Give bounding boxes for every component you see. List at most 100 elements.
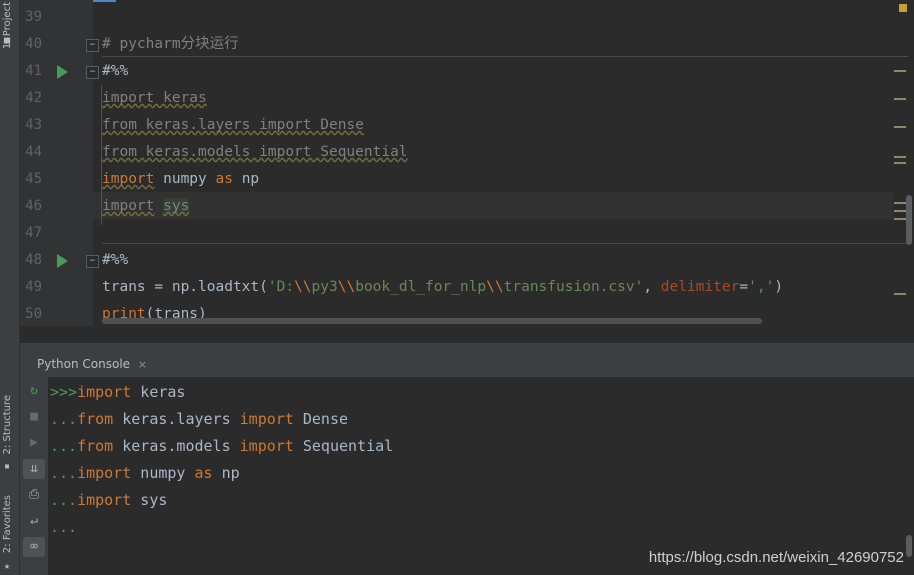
console-scrollbar[interactable] [906,535,912,557]
console-input-line[interactable]: ... [50,514,77,541]
run-cell-icon[interactable] [57,65,68,79]
favorites-tab[interactable]: 2: Favorites [2,495,13,553]
structure-tab[interactable]: 2: Structure [2,395,13,454]
error-stripe-marker[interactable] [894,126,906,128]
string: py3 [311,279,338,295]
error-stripe-marker[interactable] [894,210,906,212]
code-line: 46 import sys [20,193,900,220]
code-token: numpy [154,171,216,187]
tab-python-console[interactable]: Python Console × [20,351,156,377]
console-prompt: ... [50,491,78,509]
console-prompt: ... [50,464,78,482]
vertical-scrollbar[interactable] [906,195,912,245]
error-stripe-marker[interactable] [894,70,906,72]
left-tool-strip: 1: Project ▀ 2: Structure ▪ 2: Favorites… [0,0,20,575]
code-token: trans = np.loadtxt( [102,279,268,295]
code-line: 40 − # pycharm分块运行 [20,31,900,58]
console-toolbar: ↻ ■ ▶ ⇊ ⎙ ↵ ∞ [20,377,48,575]
code-line: 39 [20,4,900,31]
console-text: Dense [293,410,349,428]
console-line: ...import sys [50,487,167,514]
console-line: ...from keras.layers import Dense [50,406,348,433]
code-line: 45 import numpy as np [20,166,900,193]
escape: \\ [337,279,356,295]
error-stripe-marker[interactable] [894,162,906,164]
console-line: ...from keras.models import Sequential [50,433,393,460]
line-number: 43 [25,117,42,133]
line-number: 45 [25,171,42,187]
console-prompt: ... [50,518,78,536]
console-prompt: ... [50,410,78,428]
code-editor[interactable]: 39 40 − # pycharm分块运行 41 − #%% 42 import… [20,0,914,326]
warning-indicator-icon[interactable] [899,4,907,12]
keyword: import [102,171,155,187]
code-text: from keras.layers import Dense [102,117,364,133]
soft-wrap-icon[interactable]: ↵ [23,511,45,531]
code-line: 44 from keras.models import Sequential [20,139,900,166]
line-number: 47 [25,225,42,241]
code-line: 41 − #%% [20,58,900,85]
line-number: 41 [25,63,42,79]
tab-label: Python Console [37,357,131,371]
run-cell-icon[interactable] [57,254,68,268]
string: 'D: [267,279,295,295]
keyword: as [215,171,233,187]
structure-icon: ▪ [4,461,11,472]
fold-icon[interactable]: − [86,66,99,79]
code-line: 42 import keras [20,85,900,112]
console-prompt: ... [50,437,78,455]
console-text: keras.layers [113,410,240,428]
console-line: ...import numpy as np [50,460,240,487]
close-icon[interactable]: × [138,358,147,371]
code-line: 49 trans = np.loadtxt('D:\\py3\\book_dl_… [20,274,900,301]
keyword: from [77,410,114,428]
error-stripe-marker[interactable] [894,98,906,100]
line-number: 50 [25,306,42,322]
escape: \\ [486,279,504,295]
console-line: >>>import keras [50,379,185,406]
print-icon[interactable]: ⎙ [23,485,45,505]
console-text: keras [131,383,186,401]
line-number: 46 [25,198,42,214]
parameter: delimiter [660,279,740,295]
code-text: import numpy as np [102,166,259,193]
run-icon[interactable]: ▶ [23,433,45,453]
error-stripe-marker[interactable] [894,202,906,204]
python-console[interactable]: >>>import keras ...from keras.layers imp… [48,377,914,575]
console-text: numpy [131,464,195,482]
string: transfusion.csv' [503,279,644,295]
rerun-icon[interactable]: ↻ [23,381,45,401]
panel-divider[interactable] [20,343,914,351]
code-text: from keras.models import Sequential [102,144,408,160]
console-prompt: >>> [50,383,78,401]
console-text: np [212,464,240,482]
horizontal-scrollbar[interactable] [102,318,762,324]
keyword: import [77,491,132,509]
code-text: import keras [102,90,207,106]
escape: \\ [294,279,312,295]
code-token: ) [774,279,784,295]
cell-separator [102,243,908,244]
line-number: 48 [25,252,42,268]
line-number: 42 [25,90,42,106]
code-text: trans = np.loadtxt('D:\\py3\\book_dl_for… [102,274,783,301]
code-token: np [232,171,260,187]
line-number: 49 [25,279,42,295]
console-header: Python Console × [20,351,914,378]
fold-icon[interactable]: − [86,255,99,268]
fold-icon[interactable]: − [86,39,99,52]
stop-icon[interactable]: ■ [23,407,45,427]
code-token: = [739,279,749,295]
cell-marker: #%% [102,63,129,79]
code-token: sys [163,198,190,214]
code-text: import sys [102,193,190,220]
infinity-icon[interactable]: ∞ [23,537,45,557]
string: ',' [748,279,775,295]
error-stripe-marker[interactable] [894,218,906,220]
keyword: as [194,464,213,482]
error-stripe-marker[interactable] [894,293,906,295]
scroll-to-end-icon[interactable]: ⇊ [23,459,45,479]
code-line: 48 − #%% [20,247,900,274]
keyword: import [77,464,132,482]
error-stripe-marker[interactable] [894,156,906,158]
